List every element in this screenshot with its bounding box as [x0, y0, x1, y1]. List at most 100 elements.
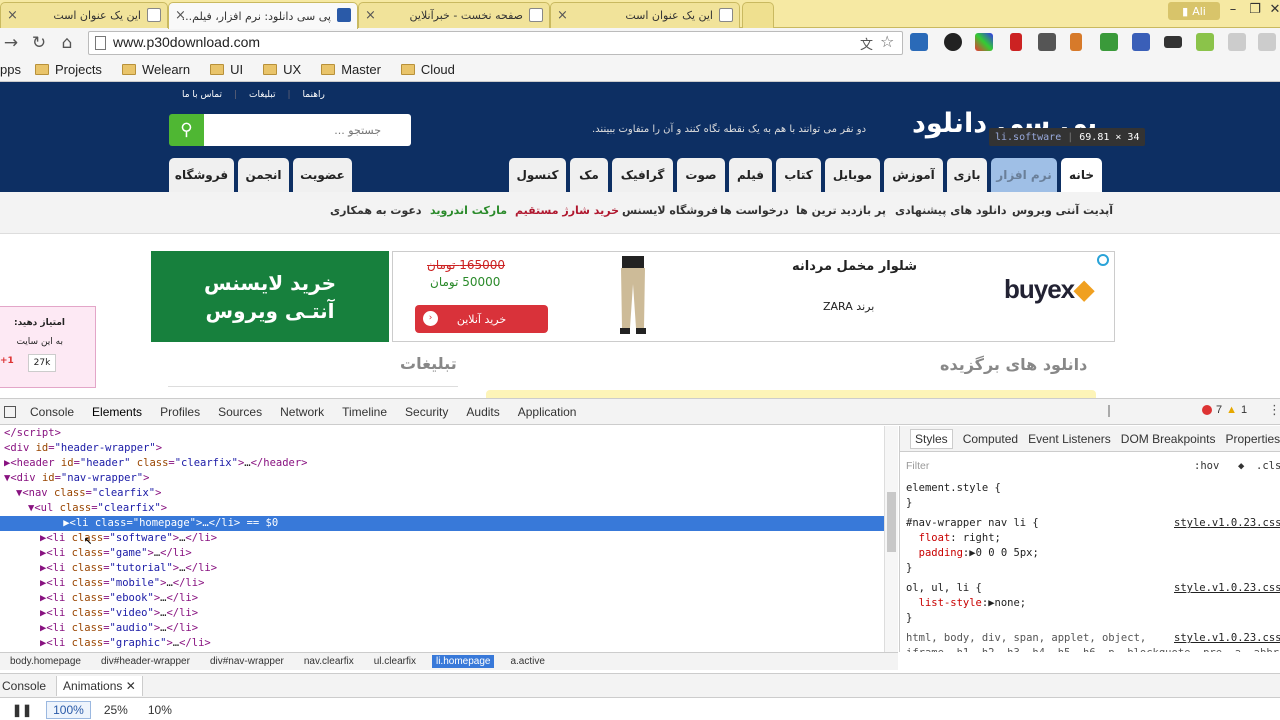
- more-menu-icon[interactable]: ⋮: [1268, 403, 1280, 418]
- nav-tab-mac[interactable]: مک: [570, 158, 608, 192]
- dom-node[interactable]: </script>: [4, 426, 61, 441]
- close-icon[interactable]: ×: [365, 8, 376, 23]
- license-banner[interactable]: خرید لایسنس آنتـی ویروس: [151, 251, 389, 342]
- close-icon[interactable]: ✕: [126, 679, 136, 693]
- breadcrumb-item[interactable]: nav.clearfix: [300, 655, 358, 668]
- breadcrumb-item-active[interactable]: li.homepage: [431, 655, 495, 668]
- dom-node[interactable]: ▶<li class="software">…</li>: [40, 531, 217, 546]
- bookmark-folder[interactable]: UI: [210, 62, 243, 77]
- subnav-android-market[interactable]: مارکت اندروید: [430, 204, 507, 217]
- speed-25[interactable]: 25%: [97, 701, 135, 719]
- subnav-charge[interactable]: خرید شارژ مستقیم: [515, 204, 619, 217]
- contact-link[interactable]: تماس با ما: [182, 90, 222, 100]
- dom-node[interactable]: <div id="header-wrapper">: [4, 441, 162, 456]
- dom-node[interactable]: ▶<li class="mobile">…</li>: [40, 576, 204, 591]
- new-rule-icon[interactable]: ◆: [1238, 459, 1244, 474]
- hover-toggle[interactable]: :hov: [1194, 459, 1219, 474]
- close-icon[interactable]: ×: [7, 8, 18, 23]
- browser-tab[interactable]: × صفحه نخست - خبرآنلاین: [358, 2, 550, 28]
- dom-node[interactable]: ▶<header id="header" class="clearfix">…<…: [4, 456, 308, 471]
- nav-tab-game[interactable]: بازی: [947, 158, 987, 192]
- apps-bookmark[interactable]: pps: [0, 62, 21, 77]
- browser-tab-active[interactable]: × پی سی دانلود: نرم افزار، فیلم...: [168, 2, 358, 29]
- devtools-tab-application[interactable]: Application: [518, 405, 577, 419]
- extension-icon[interactable]: [910, 33, 928, 51]
- pause-icon[interactable]: ❚❚: [12, 703, 32, 717]
- dom-node[interactable]: ▶<li class="graphic">…</li>: [40, 636, 211, 651]
- extension-icon[interactable]: [1132, 33, 1150, 51]
- nav-tab-audio[interactable]: صوت: [677, 158, 725, 192]
- breadcrumb-item[interactable]: body.homepage: [6, 655, 85, 668]
- dom-node[interactable]: ▶<li class="tutorial">…</li>: [40, 561, 217, 576]
- speed-10[interactable]: 10%: [141, 701, 179, 719]
- drawer-tab-console[interactable]: Console: [2, 679, 46, 693]
- extension-icon[interactable]: [1010, 33, 1022, 51]
- bookmark-folder[interactable]: Cloud: [400, 62, 455, 77]
- nav-tab-video[interactable]: فیلم: [729, 158, 772, 192]
- android-icon[interactable]: [1196, 33, 1214, 51]
- devtools-tab-security[interactable]: Security: [405, 405, 448, 419]
- nav-tab-console[interactable]: کنسول: [509, 158, 566, 192]
- devtools-tab-elements[interactable]: Elements: [92, 405, 142, 419]
- nav-tab-home[interactable]: خانه: [1061, 158, 1102, 192]
- extension-icon[interactable]: [944, 33, 962, 51]
- subnav-cooperation[interactable]: دعوت به همکاری: [330, 204, 422, 217]
- elements-scrollbar[interactable]: [884, 426, 898, 652]
- extension-icon[interactable]: [1164, 36, 1182, 48]
- extension-icon[interactable]: [975, 33, 993, 51]
- dom-node[interactable]: ▶<li class="ebook">…</li>: [40, 591, 198, 606]
- stylesheet-link[interactable]: style.v1.0.23.css: [1174, 516, 1280, 531]
- nav-tab-ebook[interactable]: کتاب: [776, 158, 821, 192]
- devtools-tab-timeline[interactable]: Timeline: [342, 405, 387, 419]
- speed-100[interactable]: 100%: [46, 700, 91, 719]
- new-tab-button[interactable]: [742, 2, 774, 28]
- close-icon[interactable]: ×: [175, 8, 186, 23]
- dom-node[interactable]: ▶<li class="audio">…</li>: [40, 621, 198, 636]
- search-input[interactable]: [204, 114, 411, 146]
- bookmark-folder[interactable]: Master: [321, 62, 381, 77]
- translate-icon[interactable]: 文: [860, 34, 873, 53]
- bookmark-folder[interactable]: Welearn: [121, 62, 190, 77]
- class-toggle[interactable]: .cls: [1256, 459, 1280, 474]
- bookmark-star-icon[interactable]: ☆: [880, 32, 894, 51]
- bookmark-folder[interactable]: Projects: [34, 62, 102, 77]
- extension-icon[interactable]: [1258, 33, 1276, 51]
- buy-online-button[interactable]: خرید آنلاین ‹: [415, 305, 548, 333]
- ad-info-icon[interactable]: [1097, 254, 1109, 266]
- devtools-status[interactable]: 7 ▲ 1: [1202, 404, 1247, 416]
- stylesheet-link[interactable]: style.v1.0.23.css: [1174, 631, 1280, 646]
- dom-node[interactable]: ▼<div id="nav-wrapper">: [4, 471, 149, 486]
- drawer-tab-animations[interactable]: Animations ✕: [56, 675, 143, 696]
- nav-tab-shop[interactable]: فروشگاه: [169, 158, 234, 192]
- nav-tab-software[interactable]: نرم افزار: [991, 158, 1057, 192]
- dom-node[interactable]: ▶<li class="game">…</li>: [40, 546, 192, 561]
- subnav-most-visited[interactable]: پر بازدید ترین ها: [796, 204, 886, 217]
- devtools-tab-profiles[interactable]: Profiles: [160, 405, 200, 419]
- breadcrumb-item[interactable]: div#header-wrapper: [97, 655, 194, 668]
- breadcrumb-item[interactable]: div#nav-wrapper: [206, 655, 288, 668]
- reload-icon[interactable]: ↻: [28, 33, 50, 53]
- subnav-requests[interactable]: درخواست ها: [720, 204, 789, 217]
- forward-icon[interactable]: →: [0, 33, 22, 53]
- elements-tree[interactable]: </script> <div id="header-wrapper"> ▶<he…: [0, 426, 884, 652]
- styles-filter-input[interactable]: Filter: [906, 459, 929, 474]
- scrollbar-thumb[interactable]: [887, 492, 896, 552]
- profile-button[interactable]: ▮ Ali: [1168, 2, 1220, 20]
- close-icon[interactable]: ×: [557, 8, 568, 23]
- stylesheet-link[interactable]: style.v1.0.23.css: [1174, 581, 1280, 596]
- minimize-button[interactable]: –: [1222, 2, 1244, 17]
- google-plus-button[interactable]: +1: [0, 356, 14, 366]
- dom-node-selected[interactable]: ▶<li class="homepage">…</li> == $0: [0, 516, 884, 531]
- devtools-tab-console[interactable]: Console: [30, 405, 74, 419]
- extension-icon[interactable]: [1070, 33, 1082, 51]
- inspect-icon[interactable]: [4, 405, 16, 418]
- subnav-license-shop[interactable]: فروشگاه لایسنس: [622, 204, 718, 217]
- nav-tab-forum[interactable]: انجمن: [238, 158, 289, 192]
- breadcrumb-item[interactable]: a.active: [506, 655, 548, 668]
- extension-icon[interactable]: [1228, 33, 1246, 51]
- bookmark-folder[interactable]: UX: [263, 62, 301, 77]
- search-button[interactable]: ⚲: [169, 114, 204, 146]
- dom-node[interactable]: ▶<li class="video">…</li>: [40, 606, 198, 621]
- breadcrumb-item[interactable]: ul.clearfix: [370, 655, 420, 668]
- browser-tab[interactable]: × این یک عنوان است: [550, 2, 740, 28]
